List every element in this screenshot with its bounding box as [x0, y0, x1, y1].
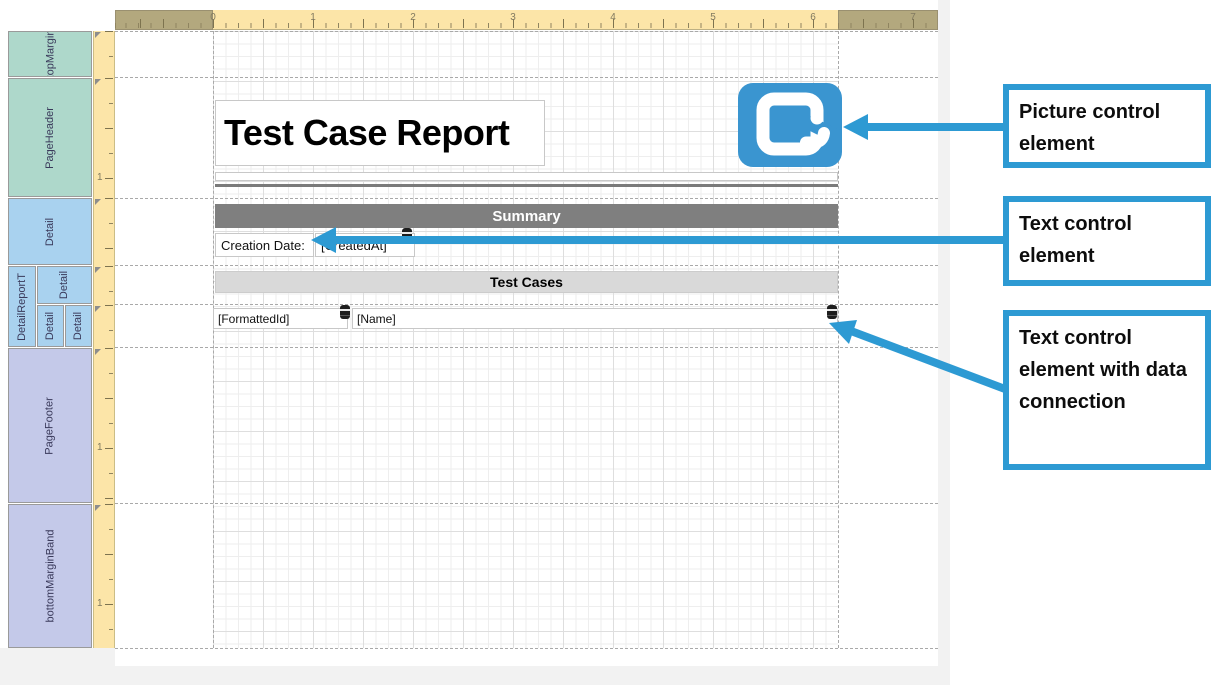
- report-page[interactable]: 0 1 2 3 4 5 6 7 Test Case Report: [115, 10, 938, 666]
- creation-date-label-control[interactable]: Creation Date:: [215, 233, 314, 257]
- canvas-gutter-left: [0, 648, 115, 685]
- vruler-inch-label: 1: [97, 172, 103, 183]
- band-separator: [115, 77, 938, 78]
- canvas-gutter-right: [938, 0, 950, 685]
- test-cases-header-control[interactable]: Test Cases: [215, 271, 838, 293]
- name-field-control[interactable]: [Name]: [352, 308, 838, 329]
- database-binding-icon: [340, 305, 350, 319]
- band-separator: [115, 31, 938, 32]
- formatted-id-text: [FormattedId]: [218, 312, 289, 326]
- band-label-bottom-margin[interactable]: bottomMarginBand: [8, 504, 92, 648]
- vruler-segment: [94, 198, 114, 265]
- band-origin-marker-icon: [95, 32, 101, 38]
- ruler-mark: 5: [703, 12, 723, 23]
- band-separator: [115, 648, 938, 649]
- band-separator: [115, 503, 938, 504]
- band-label-text: Detail: [59, 271, 71, 299]
- vertical-ruler[interactable]: 1 1 1: [93, 31, 115, 648]
- created-at-text: [CreatedAt]: [321, 238, 387, 253]
- band-origin-marker-icon: [95, 199, 101, 205]
- band-label-nested-detail-report[interactable]: Detail: [37, 305, 64, 347]
- vruler-inch-label: 1: [97, 598, 103, 609]
- band-label-text: bottomMarginBand: [44, 530, 56, 623]
- creation-date-text: Creation Date:: [221, 238, 305, 253]
- vruler-segment: 1: [94, 504, 114, 648]
- callout-text: Text control element: [1019, 213, 1132, 267]
- horizontal-ruler[interactable]: 0 1 2 3 4 5 6 7: [115, 10, 938, 30]
- band-origin-marker-icon: [95, 505, 101, 511]
- vruler-segment: [94, 305, 114, 347]
- separator-box-control[interactable]: [215, 172, 838, 181]
- report-title-control[interactable]: Test Case Report: [215, 100, 545, 166]
- band-label-detail-report[interactable]: DetailReportT: [8, 266, 36, 347]
- ruler-mark: 2: [403, 12, 423, 23]
- report-title-text: Test Case Report: [224, 112, 509, 154]
- vruler-segment: 1: [94, 78, 114, 197]
- canvas-gutter-bottom: [0, 666, 950, 685]
- ruler-mark: 0: [203, 12, 223, 23]
- band-separator: [115, 265, 938, 266]
- band-origin-marker-icon: [95, 306, 101, 312]
- band-label-detail[interactable]: Detail: [8, 198, 92, 265]
- band-separator: [115, 198, 938, 199]
- callout-text-control: Text control element: [1003, 196, 1211, 286]
- vruler-segment: [94, 266, 114, 304]
- ruler-mark: 6: [803, 12, 823, 23]
- ruler-mark: 4: [603, 12, 623, 23]
- summary-header-control[interactable]: Summary: [215, 204, 838, 228]
- formatted-id-field-control[interactable]: [FormattedId]: [213, 308, 348, 329]
- band-separator: [115, 347, 938, 348]
- band-label-text: DetailReportT: [16, 273, 28, 341]
- band-label-detail-report-detail[interactable]: Detail: [37, 266, 92, 304]
- vruler-segment: 1: [94, 348, 114, 503]
- callout-text: Text control element with data connectio…: [1019, 327, 1187, 413]
- name-field-text: [Name]: [357, 312, 396, 326]
- test-cases-header-text: Test Cases: [490, 274, 563, 290]
- band-label-text: topMargin: [44, 31, 56, 77]
- database-binding-icon: [402, 228, 412, 242]
- callout-text-control-data: Text control element with data connectio…: [1003, 310, 1211, 470]
- vruler-inch-label: 1: [97, 442, 103, 453]
- band-origin-marker-icon: [95, 79, 101, 85]
- report-designer: topMargin PageHeader Detail DetailReport…: [0, 0, 1213, 685]
- ruler-mark: 3: [503, 12, 523, 23]
- callout-picture-control: Picture control element: [1003, 84, 1211, 168]
- band-separator: [115, 304, 938, 305]
- picture-control[interactable]: [738, 83, 842, 167]
- margin-guide-left: [213, 31, 214, 648]
- band-label-nested-detail[interactable]: Detail: [65, 305, 92, 347]
- band-label-text: Detail: [44, 217, 56, 245]
- line-control[interactable]: [215, 184, 838, 187]
- vruler-segment: [94, 31, 114, 77]
- band-origin-marker-icon: [95, 267, 101, 273]
- band-label-text: PageFooter: [44, 397, 56, 454]
- created-at-field-control[interactable]: [CreatedAt]: [315, 233, 415, 257]
- band-label-text: Detail: [73, 312, 85, 340]
- band-label-page-header[interactable]: PageHeader: [8, 78, 92, 197]
- band-label-text: Detail: [45, 312, 57, 340]
- band-label-text: PageHeader: [44, 107, 56, 169]
- band-label-top-margin[interactable]: topMargin: [8, 31, 92, 77]
- qtest-logo-icon: [738, 83, 842, 167]
- band-origin-marker-icon: [95, 349, 101, 355]
- ruler-mark: 7: [903, 12, 923, 23]
- summary-header-text: Summary: [492, 208, 560, 225]
- band-label-page-footer[interactable]: PageFooter: [8, 348, 92, 503]
- callout-text: Picture control element: [1019, 101, 1160, 155]
- ruler-mark: 1: [303, 12, 323, 23]
- database-binding-icon: [827, 305, 837, 319]
